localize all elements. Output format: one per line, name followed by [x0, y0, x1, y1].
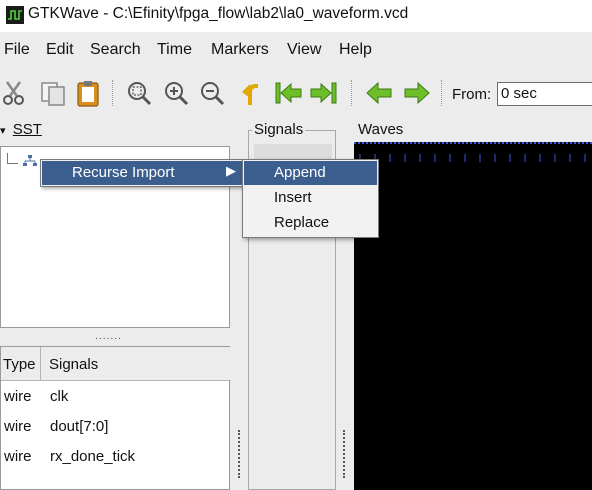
submenu-item-insert[interactable]: Insert — [274, 189, 312, 206]
table-row-signal[interactable]: clk — [50, 388, 68, 405]
pane-resize-handle[interactable] — [238, 430, 244, 478]
waves-ruler-dots — [354, 142, 592, 158]
copy-icon[interactable] — [38, 78, 68, 108]
jump-to-end-icon[interactable] — [309, 78, 339, 108]
menu-markers[interactable]: Markers — [211, 41, 269, 59]
tree-line — [7, 153, 18, 164]
table-row-signal[interactable]: rx_done_tick — [50, 448, 135, 465]
toolbar-separator — [351, 80, 354, 106]
jump-to-start-icon[interactable] — [273, 78, 303, 108]
cut-icon[interactable] — [0, 78, 30, 108]
table-row-type[interactable]: wire — [4, 388, 32, 405]
gtkwave-app-icon — [6, 6, 24, 24]
next-edge-icon[interactable] — [402, 78, 432, 108]
menu-help[interactable]: Help — [339, 41, 372, 59]
submenu-item-append-label: Append — [274, 164, 326, 181]
column-header-type[interactable]: Type — [1, 347, 41, 381]
undo-icon[interactable] — [236, 78, 266, 108]
sst-expander-icon[interactable]: ▾ — [0, 125, 6, 137]
menu-item-recurse-import-label: Recurse Import — [72, 164, 175, 181]
menu-search[interactable]: Search — [90, 41, 141, 59]
pane-resize-handle[interactable] — [343, 430, 349, 478]
zoom-out-icon[interactable] — [197, 78, 227, 108]
sst-pane-resize-handle[interactable]: ....... — [95, 332, 122, 342]
zoom-fit-icon[interactable] — [124, 78, 154, 108]
menu-time[interactable]: Time — [157, 41, 192, 59]
menu-view[interactable]: View — [287, 41, 321, 59]
toolbar-separator — [112, 80, 115, 106]
column-header-signals[interactable]: Signals — [41, 347, 231, 381]
waves-frame-title: Waves — [356, 121, 406, 138]
paste-icon[interactable] — [73, 78, 103, 108]
table-row-type[interactable]: wire — [4, 448, 32, 465]
sst-title-text: SST — [12, 121, 42, 138]
menu-file[interactable]: File — [4, 41, 30, 59]
submenu-item-replace[interactable]: Replace — [274, 214, 329, 231]
from-label: From: — [452, 86, 492, 103]
table-row-type[interactable]: wire — [4, 418, 32, 435]
submenu-arrow-icon: ▶ — [226, 164, 236, 179]
previous-edge-icon[interactable] — [364, 78, 394, 108]
toolbar-separator — [441, 80, 444, 106]
module-tree-icon[interactable] — [23, 153, 37, 171]
zoom-in-icon[interactable] — [161, 78, 191, 108]
window-title: GTKWave - C:\Efinity\fpga_flow\lab2\la0_… — [28, 5, 409, 22]
from-time-input[interactable]: 0 sec — [497, 82, 592, 106]
sst-frame-title[interactable]: ▾ SST — [0, 121, 42, 138]
menu-bar: File Edit Search Time Markers View Help — [0, 36, 592, 66]
signals-frame-title: Signals — [252, 121, 306, 138]
menu-edit[interactable]: Edit — [46, 41, 74, 59]
toolbar: From: 0 sec — [0, 70, 592, 118]
waves-canvas[interactable] — [354, 142, 592, 490]
sst-signals-table: Type Signals wire clk wire dout[7:0] wir… — [0, 346, 231, 490]
table-row-signal[interactable]: dout[7:0] — [50, 418, 108, 435]
